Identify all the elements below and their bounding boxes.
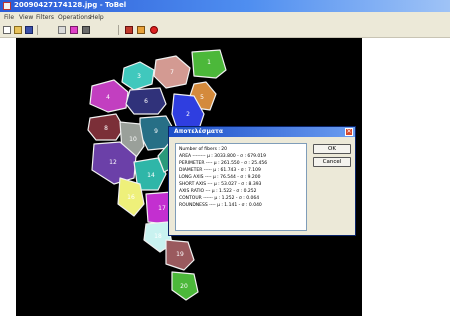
menu-help[interactable]: Help — [90, 14, 104, 21]
result-line: ROUNDNESS ---- μ : 1.141 - σ : 0.040 — [179, 203, 262, 208]
result-line: PERIMETER ---- μ : 261.550 - σ : 25.456 — [179, 161, 268, 166]
menu-filters[interactable]: Filters — [36, 14, 54, 21]
copy-icon[interactable] — [58, 26, 66, 34]
dialog-titlebar: Αποτελέσματα — [169, 127, 355, 137]
label-5: 5 — [200, 94, 204, 101]
label-8: 8 — [104, 125, 108, 132]
result-line: LONG AXIS ---- μ : 76.544 - σ : 9.200 — [179, 175, 261, 180]
label-2: 2 — [186, 111, 190, 118]
label-9: 9 — [154, 128, 158, 135]
label-19: 19 — [176, 251, 184, 258]
help-icon[interactable] — [150, 26, 158, 34]
app-icon — [3, 2, 11, 10]
window-titlebar: 20090427174128.jpg - ToBel — [0, 0, 450, 12]
toolbar-separator — [37, 25, 38, 35]
label-14: 14 — [147, 172, 155, 179]
label-12: 12 — [109, 159, 117, 166]
cancel-button[interactable]: Cancel — [313, 157, 351, 167]
result-line: Number of fibers : 20 — [179, 147, 228, 152]
label-7: 7 — [170, 69, 174, 76]
dialog-title: Αποτελέσματα — [174, 128, 223, 135]
menu-operations[interactable]: Operations — [58, 14, 91, 21]
result-line: CONTOUR ------ μ : 1.252 - σ : 0.064 — [179, 196, 260, 201]
new-icon[interactable] — [3, 26, 11, 34]
results-textbox[interactable]: Number of fibers : 20 AREA -------- μ : … — [175, 143, 307, 231]
menu-view[interactable]: View — [19, 14, 33, 21]
results-dialog: Αποτελέσματα ✕ Number of fibers : 20 ARE… — [168, 126, 356, 236]
menu-file[interactable]: File — [4, 14, 14, 21]
label-6: 6 — [144, 98, 148, 105]
label-17: 17 — [158, 205, 166, 212]
right-empty-panel — [362, 38, 450, 335]
label-20: 20 — [180, 283, 188, 290]
open-icon[interactable] — [14, 26, 22, 34]
menu-bar: File View Filters Operations Help — [0, 12, 450, 23]
label-1: 1 — [207, 59, 211, 66]
draw-icon[interactable] — [137, 26, 145, 34]
pen-icon[interactable] — [125, 26, 133, 34]
close-icon[interactable]: ✕ — [345, 128, 353, 136]
status-area — [0, 316, 450, 335]
label-18: 18 — [154, 233, 162, 240]
layer-icon[interactable] — [82, 26, 90, 34]
toolbar-separator — [118, 25, 119, 35]
toolbar — [0, 23, 450, 38]
result-line: AXIS RATIO --- μ : 1.522 - σ : 0.252 — [179, 189, 257, 194]
paint-icon[interactable] — [70, 26, 78, 34]
label-16: 16 — [127, 194, 135, 201]
result-line: AREA -------- μ : 3033.800 - σ : 679.019 — [179, 154, 267, 159]
result-line: DIAMETER ----- μ : 61.743 - σ : 7.109 — [179, 168, 261, 173]
save-icon[interactable] — [25, 26, 33, 34]
result-line: SHORT AXIS --- μ : 53.027 - σ : 8.393 — [179, 182, 262, 187]
ok-button[interactable]: OK — [313, 144, 351, 154]
label-10: 10 — [129, 136, 137, 143]
label-4: 4 — [106, 94, 110, 101]
label-3: 3 — [137, 73, 141, 80]
window-title: 20090427174128.jpg - ToBel — [14, 1, 127, 9]
